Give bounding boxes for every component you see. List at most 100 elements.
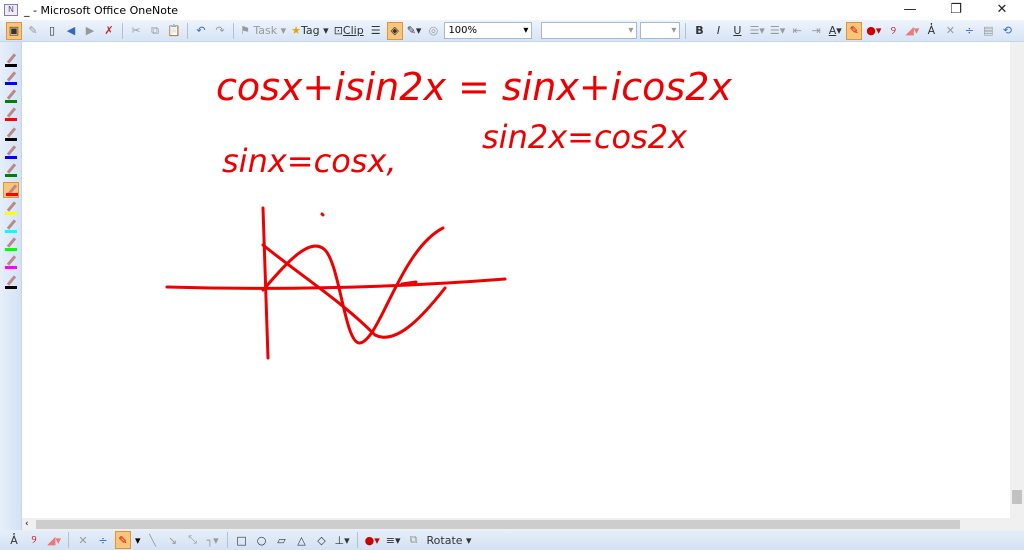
chevron-down-icon[interactable]: ▾	[135, 534, 141, 547]
font-color-label: A	[828, 24, 837, 37]
scroll-thumb[interactable]	[1012, 490, 1022, 504]
tag-button[interactable]: ★ Tag ▾	[290, 22, 330, 40]
ink-to-text-icon[interactable]: ⟲	[999, 22, 1015, 40]
font-select[interactable]: ▾	[541, 22, 638, 39]
pen-color-icon[interactable]: ●▾	[865, 22, 882, 40]
pen-color-swatch	[5, 248, 17, 251]
parallelogram-icon[interactable]: ▱	[274, 531, 290, 549]
page-view-icon[interactable]: ▣	[6, 21, 22, 40]
minimize-button[interactable]: —	[887, 0, 933, 20]
insert-space-icon[interactable]: ÷	[95, 531, 111, 549]
pen-9[interactable]	[3, 218, 19, 234]
pen-12[interactable]	[3, 274, 19, 290]
pen-0[interactable]	[3, 52, 19, 68]
line-icon[interactable]: ╲	[145, 531, 161, 549]
separator	[685, 22, 687, 39]
lasso-icon[interactable]: ୨	[885, 22, 901, 40]
cut-icon[interactable]: ✂	[128, 22, 144, 40]
paste-icon[interactable]: 📋	[166, 22, 182, 40]
ink-equation-2: sinx=cosx,	[222, 142, 397, 180]
pen-color-swatch	[5, 100, 17, 103]
separator	[68, 532, 69, 548]
table-icon[interactable]: ☰	[368, 22, 384, 40]
ink-drawing: cosx+isin2x = sinx+icos2x sinx=cosx, sin…	[165, 65, 732, 360]
pen-4[interactable]	[3, 126, 19, 142]
pen-8[interactable]	[3, 200, 19, 216]
copy-icon[interactable]: ⧉	[147, 22, 163, 40]
lasso-icon[interactable]: ୨	[26, 531, 42, 549]
panning-icon[interactable]: ▤	[980, 22, 996, 40]
pen-2[interactable]	[3, 88, 19, 104]
delete-page-icon[interactable]: ✗	[101, 22, 117, 40]
redo-icon[interactable]: ↷	[212, 22, 228, 40]
ink-mark	[400, 280, 418, 286]
pen-7[interactable]	[3, 182, 19, 198]
pen-6[interactable]	[3, 162, 19, 178]
ellipse-icon[interactable]: ○	[254, 531, 270, 549]
diamond-icon[interactable]: ◇	[314, 531, 330, 549]
pen-color-swatch	[5, 118, 17, 121]
italic-button[interactable]: I	[710, 22, 726, 40]
axes-icon[interactable]: ┐▾	[205, 531, 221, 549]
bullets-icon[interactable]: ☰▾	[748, 22, 765, 40]
close-button[interactable]: ✕	[979, 0, 1024, 20]
delete-icon[interactable]: ✕	[75, 531, 91, 549]
restore-button[interactable]: ❐	[933, 0, 979, 20]
pen-tool-icon[interactable]: ✎	[846, 21, 863, 40]
type-mode-button[interactable]: A̔	[6, 531, 22, 549]
flag-icon: ⚑	[240, 24, 250, 37]
rectangle-icon[interactable]: □	[234, 531, 250, 549]
pen-1[interactable]	[3, 70, 19, 86]
chevron-down-icon: ▾	[523, 25, 529, 36]
pen-color-swatch	[5, 266, 17, 269]
pen-5[interactable]	[3, 144, 19, 160]
zoom-select[interactable]: 100% ▾	[444, 22, 533, 39]
insert-space-icon[interactable]: ÷	[961, 22, 977, 40]
scroll-thumb[interactable]	[36, 520, 960, 529]
arrange-icon[interactable]: ⧉	[406, 531, 422, 549]
increase-indent-icon[interactable]: ⇥	[808, 22, 824, 40]
vertical-scrollbar[interactable]	[1010, 42, 1024, 518]
pen-nib-icon	[6, 275, 17, 286]
underline-button[interactable]: U	[729, 22, 745, 40]
back-icon[interactable]: ◀	[63, 22, 79, 40]
triangle-icon[interactable]: △	[294, 531, 310, 549]
new-page-icon[interactable]: ▯	[44, 22, 60, 40]
pen-11[interactable]	[3, 254, 19, 270]
undo-icon[interactable]: ↶	[193, 22, 209, 40]
chevron-down-icon: ▾	[628, 25, 634, 36]
read-aloud-icon[interactable]: ◈	[386, 21, 403, 40]
pen-nib-icon	[6, 53, 17, 64]
pen-nib-icon	[6, 201, 17, 212]
drawing-toolbar: A̔ ୨ ◢▾ ✕ ÷ ✎ ▾ ╲ ↘ ⤡ ┐▾ □ ○ ▱ △ ◇ ⊥▾ ●▾ …	[0, 530, 1024, 550]
eraser-icon[interactable]: ◢▾	[46, 531, 62, 549]
decrease-indent-icon[interactable]: ⇤	[789, 22, 805, 40]
numbering-icon[interactable]: ☰▾	[769, 22, 786, 40]
type-mode-button[interactable]: A̔	[923, 22, 939, 40]
pen-color-swatch	[5, 82, 17, 85]
pin-icon[interactable]: ✎	[25, 22, 41, 40]
pen-icon[interactable]: ✎▾	[406, 22, 423, 40]
research-icon[interactable]: ◎	[425, 22, 441, 40]
double-arrow-icon[interactable]: ⤡	[185, 531, 201, 549]
task-button[interactable]: ⚑ Task ▾	[239, 22, 287, 40]
pen-10[interactable]	[3, 236, 19, 252]
rotate-button[interactable]: Rotate ▾	[426, 531, 473, 549]
font-size-select[interactable]: ▾	[640, 22, 681, 39]
note-canvas[interactable]: cosx+isin2x = sinx+icos2x sinx=cosx, sin…	[22, 42, 1010, 518]
eraser-icon[interactable]: ◢▾	[904, 22, 920, 40]
horizontal-scrollbar[interactable]: ‹	[22, 518, 1024, 530]
forward-icon[interactable]: ▶	[82, 22, 98, 40]
bold-button[interactable]: B	[691, 22, 707, 40]
pen-tool-icon[interactable]: ✎	[115, 531, 131, 549]
scroll-left-icon[interactable]: ‹	[25, 519, 29, 529]
delete-icon[interactable]: ✕	[942, 22, 958, 40]
connector-icon[interactable]: ⊥▾	[334, 531, 351, 549]
clip-button[interactable]: ⊡ Clip	[333, 22, 365, 40]
pen-3[interactable]	[3, 106, 19, 122]
tag-label: Tag	[301, 24, 320, 37]
line-weight-icon[interactable]: ≡▾	[385, 531, 402, 549]
font-color-button[interactable]: A ▾	[827, 22, 843, 40]
arrow-icon[interactable]: ↘	[165, 531, 181, 549]
color-icon[interactable]: ●▾	[364, 531, 381, 549]
